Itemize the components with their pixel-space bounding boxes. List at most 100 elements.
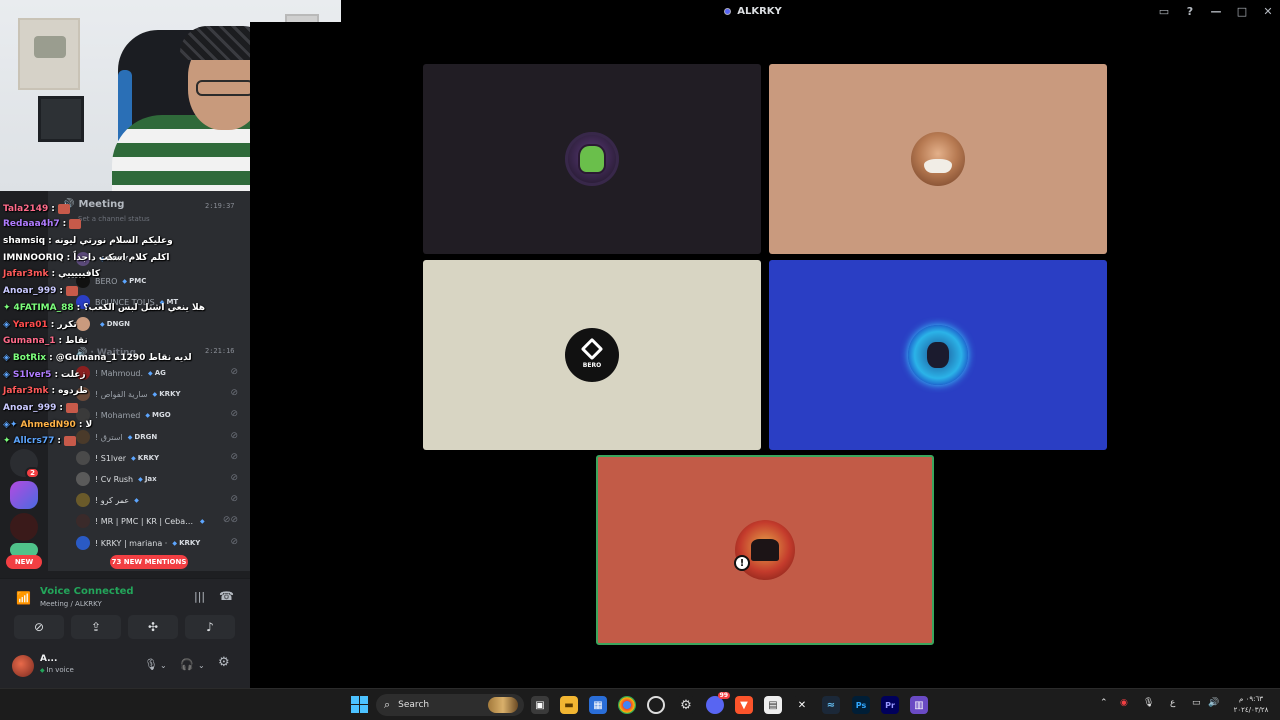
member-row[interactable]: BOUNCE TOLIS MT: [76, 292, 246, 312]
microphone-icon[interactable]: 🎙: [1143, 698, 1154, 708]
voice-channel-name: Meeting: [78, 199, 125, 210]
headphones-icon[interactable]: 🎧: [180, 658, 194, 671]
title-bar: ALKRKY ▭ ? — □ ✕: [250, 0, 1280, 22]
participant-tile[interactable]: [423, 64, 761, 254]
minimize-icon[interactable]: —: [1210, 5, 1222, 18]
window-controls: ▭ ? — □ ✕: [1158, 0, 1274, 22]
screen-share-button[interactable]: ⇪: [71, 615, 121, 639]
member-row[interactable]: ! Mahmoud. AG ⊘: [76, 363, 246, 383]
deafened-icon: ⊘: [230, 452, 238, 462]
participant-tile[interactable]: BERO: [423, 260, 761, 450]
member-row[interactable]: ! S1lver KRKY ⊘: [76, 448, 246, 468]
inbox-icon[interactable]: ▭: [1158, 5, 1170, 18]
member-row[interactable]: KRKY: [76, 249, 246, 269]
signal-icon[interactable]: 📶: [16, 591, 31, 605]
member-tag: KRKY: [153, 390, 180, 398]
status-icon: !: [734, 555, 750, 571]
username[interactable]: A...: [40, 654, 57, 664]
member-tag: KRKY: [100, 255, 128, 263]
obs-icon[interactable]: [647, 696, 665, 714]
member-row[interactable]: ! استرق DRGN ⊘: [76, 427, 246, 447]
member-row[interactable]: ! Mohamed MGO ⊘: [76, 405, 246, 425]
clock[interactable]: ٠٩:٦٣ م ٢٠٢٤/٠٣/٢٨: [1228, 694, 1274, 716]
windows-start-icon[interactable]: [351, 696, 368, 713]
member-name: ! استرق: [95, 432, 123, 442]
member-tag: MT: [160, 298, 178, 306]
help-icon[interactable]: ?: [1184, 5, 1196, 18]
chevron-down-icon[interactable]: ⌄: [198, 661, 205, 670]
taskbar-search[interactable]: ⌕ Search: [376, 694, 524, 716]
server-icon[interactable]: [10, 513, 38, 541]
waiting-label: Waiting: [96, 348, 136, 358]
member-name: BERO: [95, 276, 118, 286]
bero-label: BERO: [582, 362, 602, 369]
close-icon[interactable]: ✕: [1262, 5, 1274, 18]
avatar: [76, 408, 90, 422]
disconnect-icon[interactable]: ☎: [219, 589, 234, 603]
member-row[interactable]: ! عمر كرو ⊘: [76, 490, 246, 510]
voice-channel-path[interactable]: Meeting / ALKRKY: [40, 600, 102, 608]
app-icon[interactable]: ▥: [910, 696, 928, 714]
volume-icon[interactable]: 🔊: [1208, 698, 1219, 708]
camera-off-button[interactable]: ⊘: [14, 615, 64, 639]
tray-app-icon[interactable]: ◉: [1120, 698, 1128, 708]
voice-status-title[interactable]: Voice Connected: [40, 586, 134, 597]
photoshop-icon[interactable]: Ps: [852, 696, 870, 714]
avatar: [76, 472, 90, 486]
voice-channel-meeting[interactable]: 🔊 Meeting: [62, 199, 124, 210]
gear-icon[interactable]: ⚙: [218, 655, 230, 670]
participant-avatar: BERO: [565, 328, 619, 382]
deafened-icon: ⊘: [230, 409, 238, 419]
network-icon[interactable]: ▭: [1192, 698, 1201, 708]
soundboard-button[interactable]: ♪: [185, 615, 235, 639]
discord-icon[interactable]: 99: [706, 692, 730, 714]
new-unreads-pill[interactable]: NEW: [6, 555, 42, 569]
participant-tile[interactable]: [769, 260, 1107, 450]
member-row[interactable]: BERO PMC: [76, 271, 246, 291]
chevron-up-icon[interactable]: ⌃: [1100, 698, 1108, 708]
server-icon[interactable]: 2: [10, 449, 40, 479]
deafened-icon: ⊘: [230, 431, 238, 441]
channel-status[interactable]: Set a channel status: [78, 215, 150, 223]
member-row[interactable]: ! سارية الفواص KRKY ⊘: [76, 384, 246, 404]
member-row[interactable]: ! KRKY | mariana · KRKY ⊘: [76, 533, 246, 553]
mention-badge: 2: [25, 467, 40, 479]
member-row[interactable]: ! Cv Rush Jax ⊘: [76, 469, 246, 489]
microphone-icon[interactable]: 🎙: [144, 658, 158, 671]
activities-button[interactable]: ✣: [128, 615, 178, 639]
member-row[interactable]: ! MR | PMC | KR | Ceballos... ⊘⊘: [76, 511, 246, 531]
participant-tile-speaking[interactable]: !: [596, 455, 934, 645]
noise-suppression-icon[interactable]: |||: [194, 590, 205, 603]
member-tag: DRGN: [128, 433, 157, 441]
store-icon[interactable]: ▦: [589, 696, 607, 714]
notepad-icon[interactable]: ▤: [764, 696, 782, 714]
new-mentions-pill[interactable]: 73 NEW MENTIONS: [110, 555, 188, 569]
deafened-icon: ⊘: [230, 494, 238, 504]
task-view-icon[interactable]: ▣: [531, 696, 549, 714]
avatar: [76, 514, 90, 528]
voice-channel-waiting[interactable]: 🔊 · Waiting: [76, 348, 136, 358]
chevron-down-icon[interactable]: ⌄: [160, 661, 167, 670]
member-tag: MGO: [145, 411, 171, 419]
server-icon[interactable]: [10, 481, 38, 509]
member-row[interactable]: DNGN: [76, 314, 246, 334]
steam-alt-icon[interactable]: ⚙: [677, 696, 695, 714]
file-explorer-icon[interactable]: ▬: [560, 696, 578, 714]
premiere-icon[interactable]: Pr: [881, 696, 899, 714]
participant-tile[interactable]: [769, 64, 1107, 254]
steam-icon[interactable]: ≈: [822, 696, 840, 714]
brave-icon[interactable]: ▼: [735, 696, 753, 714]
deafened-icon: ⊘: [230, 388, 238, 398]
member-name: ! Mohamed: [95, 410, 141, 420]
capcut-icon[interactable]: ✕: [793, 696, 811, 714]
chrome-icon[interactable]: [618, 696, 636, 714]
language-indicator[interactable]: ع: [1170, 698, 1175, 708]
search-highlight-image: [488, 697, 518, 713]
server-icon: [724, 7, 732, 15]
screen-share-icon: ⇪: [90, 620, 102, 634]
avatar[interactable]: [12, 655, 34, 677]
avatar: [76, 430, 90, 444]
avatar: [76, 536, 90, 550]
maximize-icon[interactable]: □: [1236, 5, 1248, 18]
wall-frame: [38, 96, 84, 142]
